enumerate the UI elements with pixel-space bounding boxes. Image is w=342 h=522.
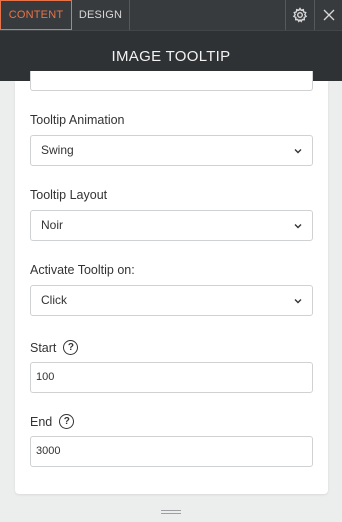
gear-icon: [292, 7, 307, 23]
tooltip-animation-value: Swing: [41, 143, 74, 157]
help-circle-icon[interactable]: ?: [63, 340, 79, 355]
help-circle-icon[interactable]: ?: [59, 414, 75, 429]
start-value: 100: [36, 371, 55, 383]
activate-tooltip-select[interactable]: Click: [30, 285, 313, 316]
close-icon: [323, 9, 334, 21]
tooltip-animation-select[interactable]: Swing: [30, 135, 313, 166]
end-label: End ?: [30, 414, 75, 429]
tooltip-layout-value: Noir: [41, 218, 64, 232]
end-value: 3000: [36, 445, 61, 457]
drag-handle-icon[interactable]: [161, 510, 181, 516]
start-input[interactable]: 100: [30, 362, 313, 393]
partial-field[interactable]: [30, 71, 313, 91]
chevron-down-icon: [294, 224, 302, 229]
tooltip-layout-select[interactable]: Noir: [30, 210, 313, 241]
activate-tooltip-label: Activate Tooltip on:: [30, 263, 135, 277]
top-toolbar: CONTENT DESIGN: [0, 0, 342, 30]
end-input[interactable]: 3000: [30, 436, 313, 467]
chevron-down-icon: [294, 299, 302, 304]
tooltip-animation-label: Tooltip Animation: [30, 113, 125, 127]
settings-button[interactable]: [285, 0, 313, 30]
tooltip-layout-label: Tooltip Layout: [30, 188, 108, 202]
chevron-down-icon: [294, 149, 302, 154]
start-label: Start ?: [30, 340, 79, 355]
tab-design[interactable]: DESIGN: [72, 0, 130, 30]
activate-tooltip-value: Click: [41, 293, 67, 307]
settings-panel: Tooltip Animation Swing Tooltip Layout N…: [15, 71, 328, 494]
tab-content[interactable]: CONTENT: [0, 0, 72, 30]
close-button[interactable]: [314, 0, 342, 30]
